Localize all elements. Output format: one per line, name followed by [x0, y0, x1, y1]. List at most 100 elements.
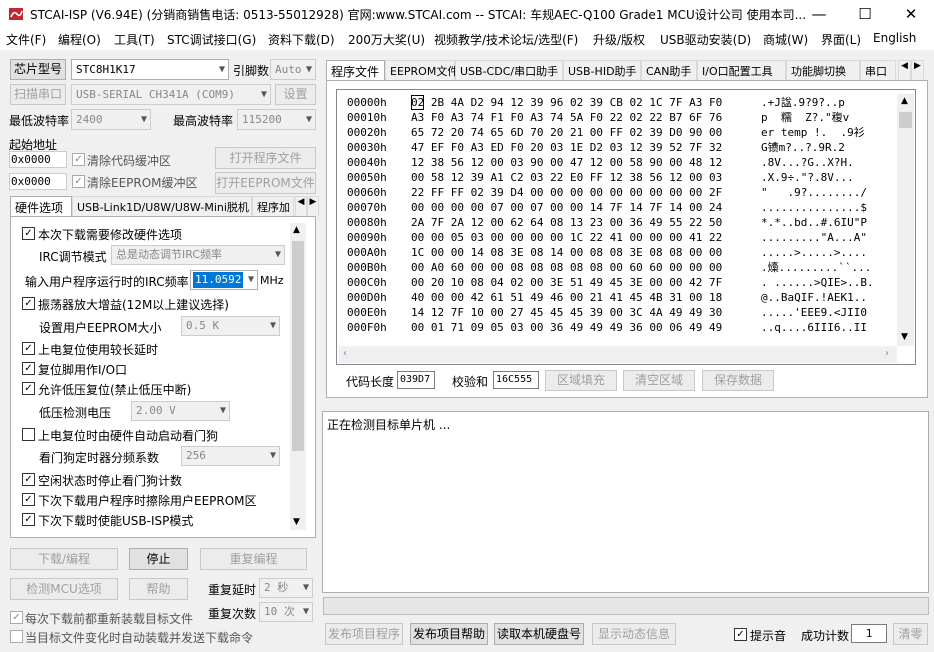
hex-bytes[interactable]: 22 FF FF 02 39 D4 00 00 00 00 00 00 00 0… [411, 185, 722, 200]
scroll-left-icon[interactable]: ‹ [343, 348, 347, 359]
eeprom-start-address-input[interactable]: 0x0000 [9, 173, 67, 190]
tab-program-encrypt[interactable]: 程序加 [252, 196, 294, 216]
menu-videos[interactable]: 视频教学/技术论坛/选型(F) [434, 31, 578, 48]
publish-help-button[interactable]: 发布项目帮助 [410, 623, 488, 645]
wdt-auto-checkbox[interactable] [22, 428, 35, 441]
show-dynamic-info-button[interactable]: 显示动态信息 [592, 623, 676, 645]
options-scrollbar[interactable]: ▲ ▼ [290, 223, 306, 530]
hex-bytes[interactable]: 00 00 00 00 07 00 07 00 00 14 7F 14 7F 1… [411, 200, 722, 215]
hex-bytes[interactable]: 00 A0 60 00 00 08 08 08 08 08 00 60 60 0… [411, 260, 722, 275]
eeprom-size-select[interactable]: 0.5 K ▼ [181, 316, 280, 336]
repeat-delay-select[interactable]: 2 秒 ▼ [259, 578, 313, 598]
min-baud-select[interactable]: 2400 ▼ [71, 109, 151, 130]
tab-program-file[interactable]: 程序文件 [326, 60, 385, 80]
clear-region-button[interactable]: 清空区域 [623, 370, 695, 391]
menu-prize[interactable]: 200万大奖(U) [348, 31, 425, 48]
chip-model-button[interactable]: 芯片型号 [10, 59, 66, 80]
hex-bytes[interactable]: 2A 7F 2A 12 00 62 64 08 13 23 00 36 49 5… [411, 215, 722, 230]
hex-ascii[interactable]: ..q....6III6..II [761, 320, 867, 335]
menu-program[interactable]: 编程(O) [58, 31, 101, 48]
open-eeprom-file-button[interactable]: 打开EEPROM文件 [215, 172, 316, 194]
tab-serial[interactable]: 串口 [860, 60, 896, 80]
hex-ascii[interactable]: " .9?......../ [761, 185, 867, 200]
hex-ascii[interactable]: . ......>QIE>..B. [761, 275, 874, 290]
scroll-up-icon[interactable]: ▲ [293, 225, 300, 235]
clear-eeprom-checkbox[interactable]: ✓ [72, 175, 85, 188]
hex-bytes[interactable]: 40 00 00 42 61 51 49 46 00 21 41 45 4B 3… [411, 290, 722, 305]
menu-download-docs[interactable]: 资料下载(D) [268, 31, 335, 48]
hex-ascii[interactable]: er temp !. .9衫 [761, 125, 865, 140]
tab-can[interactable]: CAN助手 [641, 60, 697, 80]
tab-usb-link[interactable]: USB-Link1D/U8W/U8W-Mini脱机 [72, 196, 252, 216]
menu-interface[interactable]: 界面(L) [821, 31, 861, 48]
fill-region-button[interactable]: 区域填充 [545, 370, 617, 391]
repeat-count-select[interactable]: 10 次 ▼ [259, 602, 313, 622]
scrollbar-thumb[interactable] [899, 112, 912, 128]
scroll-up-icon[interactable]: ▲ [901, 96, 908, 106]
scrollbar-thumb[interactable] [292, 241, 304, 451]
lvd-voltage-select[interactable]: 2.00 V ▼ [131, 401, 230, 421]
osc-gain-checkbox[interactable]: ✓ [22, 297, 35, 310]
hex-bytes[interactable]: 02 2B 4A D2 94 12 39 96 02 39 CB 02 1C 7… [411, 95, 722, 110]
hex-ascii[interactable]: ...............$ [761, 200, 867, 215]
beep-checkbox[interactable]: ✓ [734, 628, 747, 641]
tab-usb-hid[interactable]: USB-HID助手 [563, 60, 641, 80]
reload-checkbox[interactable]: ✓ [10, 611, 23, 624]
hex-editor[interactable]: 00000h 02 2B 4A D2 94 12 39 96 02 39 CB 0… [336, 89, 916, 365]
max-baud-select[interactable]: 115200 ▼ [237, 109, 316, 130]
hex-ascii[interactable]: .....>.....>.... [761, 245, 867, 260]
open-program-file-button[interactable]: 打开程序文件 [215, 147, 316, 169]
hex-ascii[interactable]: .....'EEE9.<JII0 [761, 305, 867, 320]
tab-pin-switch[interactable]: 功能脚切换 [786, 60, 860, 80]
download-program-button[interactable]: 下载/编程 [10, 548, 118, 570]
tab-usb-cdc[interactable]: USB-CDC/串口助手 [455, 60, 563, 80]
tab-scroll-left[interactable]: ◀ [898, 60, 911, 80]
save-data-button[interactable]: 保存数据 [702, 370, 774, 391]
chip-model-select[interactable]: STC8H1K17 ▼ [71, 59, 229, 80]
read-disk-id-button[interactable]: 读取本机硬盘号 [494, 623, 584, 645]
tab-scroll-left[interactable]: ◀ [295, 196, 307, 216]
minimize-button[interactable]: — [796, 0, 842, 28]
hex-bytes[interactable]: 00 01 71 09 05 03 00 36 49 49 49 36 00 0… [411, 320, 722, 335]
wdt-divider-select[interactable]: 256 ▼ [181, 446, 280, 466]
hex-ascii[interactable]: .X.9÷."?.8V... [761, 170, 854, 185]
hex-bytes[interactable]: 65 72 20 74 65 6D 70 20 21 00 FF 02 39 D… [411, 125, 722, 140]
menu-tools[interactable]: 工具(T) [114, 31, 155, 48]
code-start-address-input[interactable]: 0x0000 [9, 151, 67, 168]
scroll-down-icon[interactable]: ▼ [293, 517, 300, 527]
hex-bytes[interactable]: 00 20 10 08 04 02 00 3E 51 49 45 3E 00 0… [411, 275, 722, 290]
hex-ascii[interactable]: .燺.........``... [761, 260, 871, 275]
hex-bytes[interactable]: 47 EF F0 A3 ED F0 20 03 1E D2 03 12 39 5… [411, 140, 722, 155]
hex-ascii[interactable]: ........."A...A" [761, 230, 867, 245]
publish-program-button[interactable]: 发布项目程序 [325, 623, 403, 645]
hex-ascii[interactable]: *.*..bd..#.6IU"P [761, 215, 867, 230]
usb-isp-checkbox[interactable]: ✓ [22, 513, 35, 526]
menu-english[interactable]: English [873, 31, 916, 45]
menu-file[interactable]: 文件(F) [6, 31, 46, 48]
hex-ascii[interactable]: G镄m?..?.9R.2 [761, 140, 845, 155]
maximize-button[interactable]: ☐ [842, 0, 888, 28]
close-button[interactable]: ✕ [888, 0, 934, 28]
lvr-checkbox[interactable]: ✓ [22, 382, 35, 395]
tab-eeprom-file[interactable]: EEPROM文件 [385, 60, 458, 80]
repeat-program-button[interactable]: 重复编程 [200, 548, 307, 570]
tab-scroll-right[interactable]: ▶ [911, 60, 924, 80]
hex-bytes[interactable]: A3 F0 A3 74 F1 F0 A3 74 5A F0 22 02 22 B… [411, 110, 722, 125]
stop-button[interactable]: 停止 [129, 548, 188, 570]
scroll-right-icon[interactable]: › [885, 348, 889, 359]
clear-code-checkbox[interactable]: ✓ [72, 153, 85, 166]
menu-upgrade[interactable]: 升级/版权 [593, 31, 645, 48]
irc-mode-select[interactable]: 总是动态调节IRC频率 ▼ [111, 245, 285, 265]
scroll-down-icon[interactable]: ▼ [901, 332, 908, 342]
auto-send-checkbox[interactable] [10, 630, 23, 643]
tab-scroll-right[interactable]: ▶ [307, 196, 319, 216]
scan-port-button[interactable]: 扫描串口 [10, 84, 66, 105]
hex-hscrollbar[interactable]: ‹ › [339, 346, 897, 363]
hex-ascii[interactable]: @..BaQIF.!AEK1.. [761, 290, 867, 305]
hex-ascii[interactable]: .8V...?G..X?H. [761, 155, 854, 170]
hex-bytes[interactable]: 14 12 7F 10 00 27 45 45 45 39 00 3C 4A 4… [411, 305, 722, 320]
help-button[interactable]: 帮助 [129, 578, 188, 600]
hex-bytes[interactable]: 00 58 12 39 A1 C2 03 22 E0 FF 12 38 56 1… [411, 170, 722, 185]
erase-eeprom-checkbox[interactable]: ✓ [22, 493, 35, 506]
hex-ascii[interactable]: p 糯 Z?."稪v [761, 110, 849, 125]
